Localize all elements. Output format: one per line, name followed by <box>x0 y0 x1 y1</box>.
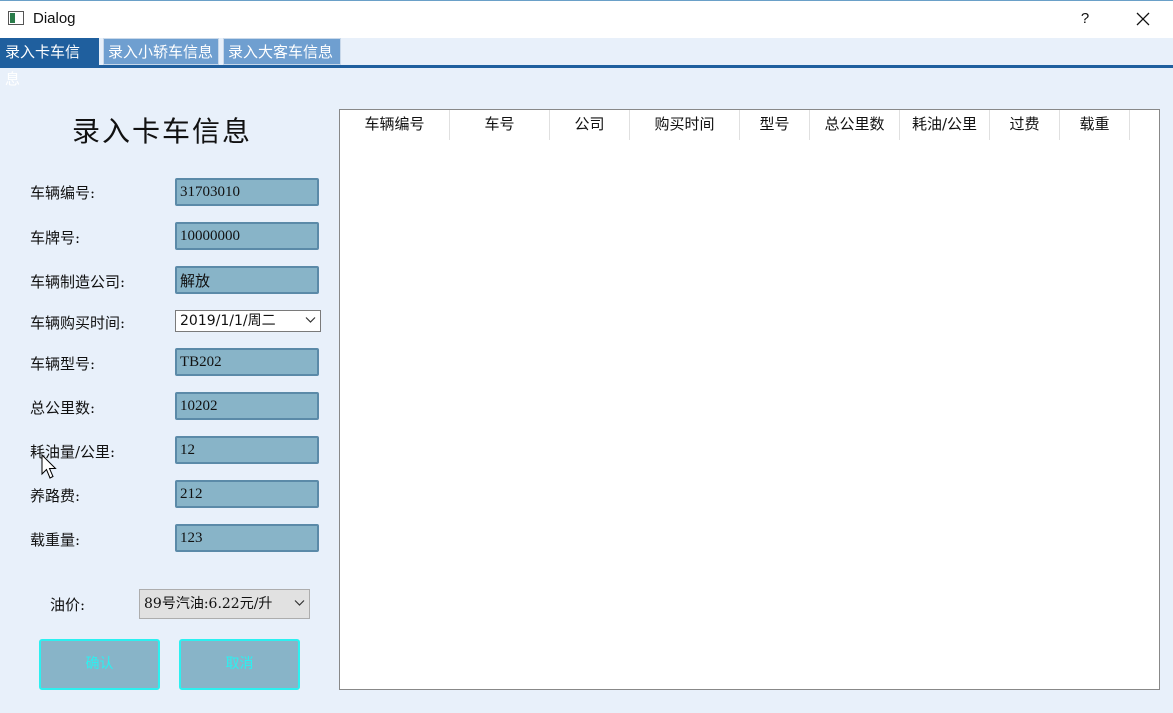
label-purchase-date: 车辆购买时间: <box>30 314 126 332</box>
label-model: 车辆型号: <box>30 355 96 373</box>
form-title: 录入卡车信息 <box>72 115 253 148</box>
app-icon <box>8 11 24 25</box>
label-vehicle-id: 车辆编号: <box>30 184 96 202</box>
tab-car[interactable]: 录入小轿车信息 <box>103 38 219 65</box>
vehicle-table[interactable]: 车辆编号 车号 公司 购买时间 型号 总公里数 耗油/公里 过费 载重 <box>339 109 1160 690</box>
load-input[interactable] <box>175 524 319 552</box>
label-load: 载重量: <box>30 531 81 549</box>
label-total-km: 总公里数: <box>30 399 96 417</box>
label-plate: 车牌号: <box>30 229 81 247</box>
plate-input[interactable] <box>175 222 319 250</box>
cancel-button[interactable]: 取消 <box>179 639 300 690</box>
label-oil-price: 油价: <box>50 596 86 614</box>
label-manufacturer: 车辆制造公司: <box>30 273 126 291</box>
table-header: 车辆编号 车号 公司 购买时间 型号 总公里数 耗油/公里 过费 载重 <box>340 110 1130 140</box>
manufacturer-input[interactable] <box>175 266 319 294</box>
column-header[interactable]: 购买时间 <box>630 110 740 140</box>
total-km-input[interactable] <box>175 392 319 420</box>
chevron-down-icon <box>305 317 316 323</box>
road-fee-input[interactable] <box>175 480 319 508</box>
column-header[interactable]: 过费 <box>990 110 1060 140</box>
label-road-fee: 养路费: <box>30 487 81 505</box>
oil-price-select[interactable]: 89号汽油:6.22元/升 <box>139 589 310 619</box>
column-header[interactable]: 总公里数 <box>810 110 900 140</box>
confirm-button[interactable]: 确认 <box>39 639 160 690</box>
model-input[interactable] <box>175 348 319 376</box>
close-button[interactable] <box>1126 5 1160 33</box>
column-header[interactable]: 型号 <box>740 110 810 140</box>
oil-price-value: 89号汽油:6.22元/升 <box>144 596 273 612</box>
chevron-down-icon <box>294 600 305 606</box>
column-header[interactable]: 公司 <box>550 110 630 140</box>
purchase-date-value: 2019/1/1/周二 <box>180 313 276 329</box>
column-header[interactable]: 车号 <box>450 110 550 140</box>
tab-truck[interactable]: 录入卡车信息 <box>0 38 99 88</box>
purchase-date-picker[interactable]: 2019/1/1/周二 <box>175 310 321 332</box>
fuel-per-km-input[interactable] <box>175 436 319 464</box>
tab-bar: 录入卡车信息 录入小轿车信息 录入大客车信息 <box>0 38 1173 88</box>
vehicle-id-input[interactable] <box>175 178 319 206</box>
help-button[interactable]: ? <box>1070 5 1100 33</box>
tab-bus[interactable]: 录入大客车信息 <box>223 38 341 65</box>
close-icon <box>1136 12 1150 26</box>
mouse-cursor-icon <box>41 454 57 479</box>
column-header[interactable]: 耗油/公里 <box>900 110 990 140</box>
title-bar: Dialog ? <box>0 0 1173 38</box>
window-title: Dialog <box>33 10 76 27</box>
column-header[interactable]: 车辆编号 <box>340 110 450 140</box>
column-header[interactable]: 载重 <box>1060 110 1130 140</box>
